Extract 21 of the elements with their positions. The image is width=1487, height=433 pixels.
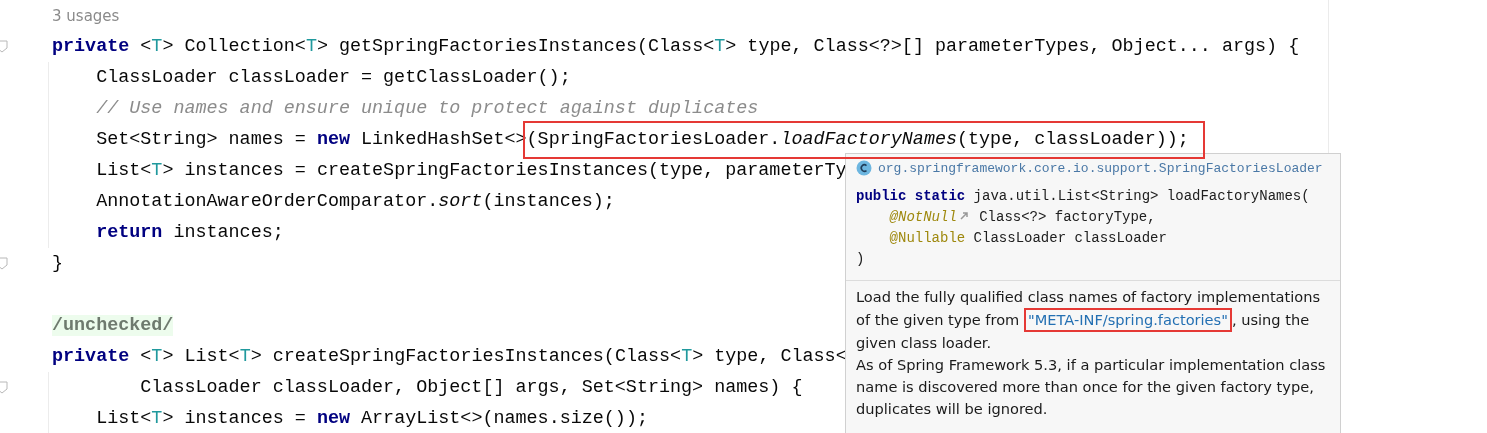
code-line: ClassLoader classLoader = getClassLoader();: [95, 67, 571, 88]
code-line: return instances;: [95, 222, 284, 243]
code-line: private <T> List<T> createSpringFactoriesInstances(Class<T> type, Class<: [52, 346, 847, 367]
signature-line: @NotNull Class<?> factoryType,: [888, 208, 1157, 227]
code-line: List<T> instances = new ArrayList<>(names.size());: [95, 408, 648, 429]
doc-paragraph: As of Spring Framework 5.3, if a particular implementation class name is discovered more than once for the given factory type, duplicates will be ignored.: [856, 355, 1327, 419]
class-icon: [856, 160, 872, 176]
code-line: private <T> Collection<T> getSpringFactoriesInstances(Class<T> type, Class<?>[] parameterTypes, Object... args) {: [52, 36, 1300, 57]
code-line: }: [52, 253, 64, 274]
class-name: org.springframework.core.io.support.SpringFactoriesLoader: [878, 160, 1323, 176]
signature-line: ): [856, 250, 866, 269]
code-line: // Use names and ensure unique to protect against duplicates: [95, 98, 759, 119]
external-link-icon: [958, 211, 969, 221]
code-line: ClassLoader classLoader, Object[] args, Set<String> names) {: [139, 377, 803, 398]
signature-line: public static java.util.List<String> loadFactoryNames(: [856, 187, 1311, 206]
signature-line: @Nullable ClassLoader classLoader: [888, 229, 1168, 248]
doc-paragraph: Load the fully qualified class names of factory implementations of the given type from "META-INF/spring.factories" , using the given class loader.: [856, 287, 1322, 353]
link[interactable]: "META-INF/spring.factories": [1023, 308, 1232, 332]
usages-hint[interactable]: 3 usages: [52, 6, 120, 25]
code-line: List<T> instances = createSpringFactoriesInstances(type, parameterTy: [95, 160, 847, 181]
code-line: AnnotationAwareOrderComparator.sort(instances);: [95, 191, 615, 212]
